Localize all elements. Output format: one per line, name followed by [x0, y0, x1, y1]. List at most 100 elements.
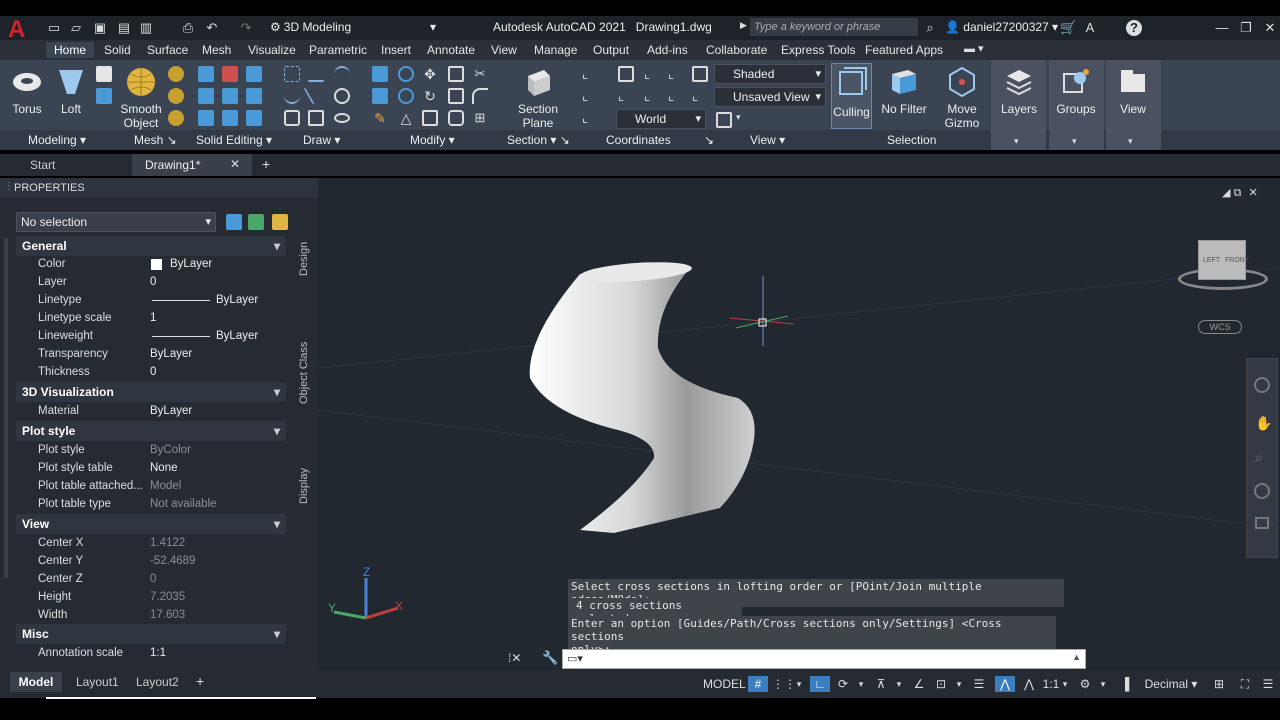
annotation-scale-chevron-icon[interactable]: ▾ — [1060, 676, 1070, 692]
thicken-icon[interactable] — [246, 88, 262, 104]
polygon-icon[interactable] — [284, 110, 300, 126]
ucs-world-icon[interactable]: ⌞ — [618, 88, 634, 104]
spline-icon[interactable] — [284, 88, 300, 104]
tab-start[interactable]: Start — [30, 158, 55, 172]
tab-insert[interactable]: Insert — [379, 42, 413, 58]
units-icon[interactable]: ▐ — [1118, 676, 1132, 692]
stretch-icon[interactable] — [448, 110, 464, 126]
prop-row-center-y[interactable]: Center Y -52.4689 — [16, 552, 286, 570]
tab-design[interactable]: Design — [298, 236, 314, 281]
panel-coordinates[interactable]: Coordinates ↘ — [606, 132, 714, 148]
copy-icon[interactable] — [448, 66, 464, 82]
culling-button[interactable]: Culling — [831, 63, 872, 129]
quick-select-icon[interactable] — [272, 214, 288, 230]
tab-featured-apps[interactable]: Featured Apps — [863, 42, 945, 58]
ucs-y-icon[interactable]: ⌞ — [644, 88, 660, 104]
panel-draw[interactable]: Draw ▾ — [303, 132, 340, 148]
isodraft-chevron-icon[interactable]: ▾ — [894, 676, 904, 692]
orbit-icon[interactable] — [1254, 483, 1270, 499]
ribbon-options-icon[interactable]: ▬ ▾ — [964, 42, 984, 55]
open-web-icon[interactable]: ▥ — [138, 20, 154, 36]
loft-button[interactable]: Loft — [52, 66, 90, 116]
help-icon[interactable]: ? — [1126, 20, 1142, 36]
user-account[interactable]: 👤 daniel27200327 ▾ — [945, 20, 1058, 34]
tab-express-tools[interactable]: Express Tools — [779, 42, 857, 58]
customize-wrench-icon[interactable]: 🔧 — [542, 650, 558, 666]
prop-row-thickness[interactable]: Thickness 0 — [16, 363, 286, 381]
command-bar[interactable]: ⁞✕ 🔧 ▭▾ ▲ — [508, 648, 1086, 670]
chevron-right-icon[interactable]: ▶ — [740, 20, 747, 31]
annotation-visibility-icon[interactable]: ⋀ — [995, 676, 1015, 692]
torus-button[interactable]: Torus — [8, 66, 46, 116]
grid-icon[interactable]: # — [748, 676, 768, 692]
pan-icon[interactable]: ✋ — [1255, 415, 1272, 432]
ucs-view-icon[interactable] — [692, 66, 708, 82]
viewcube-box[interactable]: LEFT FRONT — [1198, 240, 1249, 280]
view-button[interactable]: View — [1110, 66, 1156, 116]
ucs-zaxis-icon[interactable]: ⌞ — [692, 88, 708, 104]
units-dropdown[interactable]: Decimal ▾ — [1136, 676, 1206, 692]
workspace-gear-icon[interactable]: ⚙ — [1076, 676, 1094, 692]
object-snap-chevron-icon[interactable]: ▾ — [954, 676, 964, 692]
showmotion-icon[interactable] — [1255, 517, 1269, 529]
ortho-icon[interactable]: ∟ — [810, 676, 830, 692]
polar-icon[interactable]: ⟳ — [834, 676, 852, 692]
lineweight-icon[interactable]: ☰ — [970, 676, 988, 692]
autodesk-app-icon[interactable]: A — [1082, 20, 1098, 36]
navigation-bar[interactable]: ✋ ⌕ — [1246, 358, 1278, 558]
panel-selection[interactable]: Selection — [887, 132, 936, 148]
panel-view[interactable]: View ▾ — [750, 132, 785, 148]
palette-scrollbar[interactable] — [4, 238, 8, 578]
ucs-icon[interactable]: ⌞ — [582, 66, 598, 82]
cart-icon[interactable]: 🛒 — [1060, 20, 1076, 36]
subtract-icon[interactable] — [222, 66, 238, 82]
open-folder-icon[interactable]: ▱ — [68, 20, 84, 36]
panel-section[interactable]: Section ▾ ↘ — [507, 132, 570, 148]
recent-commands-icon[interactable]: ▭▾ — [567, 652, 583, 665]
rotate-3d-icon[interactable] — [398, 66, 414, 82]
prop-row-width[interactable]: Width 17.603 — [16, 606, 286, 624]
revolve-icon[interactable] — [96, 88, 112, 104]
section-view[interactable]: View — [16, 514, 286, 534]
layout-tab-model[interactable]: Model — [10, 672, 62, 692]
prop-row-lineweight[interactable]: Lineweight ByLayer — [16, 327, 286, 345]
section-misc[interactable]: Misc — [16, 624, 286, 644]
triangle-icon[interactable]: △ — [398, 110, 414, 126]
viewcube-left-face[interactable]: LEFT — [1203, 257, 1220, 264]
extrude-icon[interactable] — [96, 66, 112, 82]
ucs-named-icon[interactable] — [618, 66, 634, 82]
ucs-origin-icon[interactable]: ⌞ — [644, 66, 660, 82]
prop-row-linetype-scale[interactable]: Linetype scale 1 — [16, 309, 286, 327]
mesh-smooth-icon[interactable] — [168, 110, 184, 126]
tab-add-ins[interactable]: Add-ins — [645, 42, 690, 58]
clean-screen-icon[interactable]: ⛶ — [1236, 676, 1254, 692]
tab-display[interactable]: Display — [298, 463, 314, 508]
viewcube[interactable]: LEFT FRONT — [1178, 234, 1268, 294]
ucs-face-icon[interactable]: ⌞ — [582, 110, 598, 126]
intersect-icon[interactable] — [198, 88, 214, 104]
close-icon[interactable]: ✕ — [1262, 20, 1278, 36]
move-icon[interactable]: ✥ — [422, 66, 438, 82]
prop-row-linetype[interactable]: Linetype ByLayer — [16, 291, 286, 309]
restore-viewport-icon[interactable]: ◢ ⧉ — [1222, 187, 1241, 199]
steering-wheel-icon[interactable] — [1254, 377, 1270, 393]
no-filter-button[interactable]: No Filter — [878, 66, 930, 116]
rotate-icon[interactable]: ↻ — [422, 88, 438, 104]
wcs-menu[interactable]: WCS — [1198, 320, 1242, 334]
panel-modify[interactable]: Modify ▾ — [410, 132, 455, 148]
snap-icon[interactable]: ⋮⋮ — [772, 676, 796, 692]
tab-collaborate[interactable]: Collaborate — [704, 42, 769, 58]
palette-grip-icon[interactable]: ⋮ — [4, 181, 14, 192]
viewport-config-chevron[interactable]: ▾ — [736, 112, 741, 123]
customize-icon[interactable]: ☰ — [1260, 676, 1276, 692]
view-chevron-icon[interactable]: ▾ — [1128, 136, 1133, 147]
prop-row-annotation-scale[interactable]: Annotation scale 1:1 — [16, 644, 286, 662]
tab-home[interactable]: Home — [46, 42, 95, 58]
slice-icon[interactable] — [246, 66, 262, 82]
workspace-dropdown[interactable]: ⚙ 3D Modeling ▾ — [270, 18, 440, 36]
layout-tab-2[interactable]: Layout2 — [136, 675, 179, 689]
union-icon[interactable] — [198, 66, 214, 82]
tab-view[interactable]: View — [489, 42, 519, 58]
line-icon-2[interactable] — [303, 88, 329, 104]
array-3d-icon[interactable] — [398, 88, 414, 104]
